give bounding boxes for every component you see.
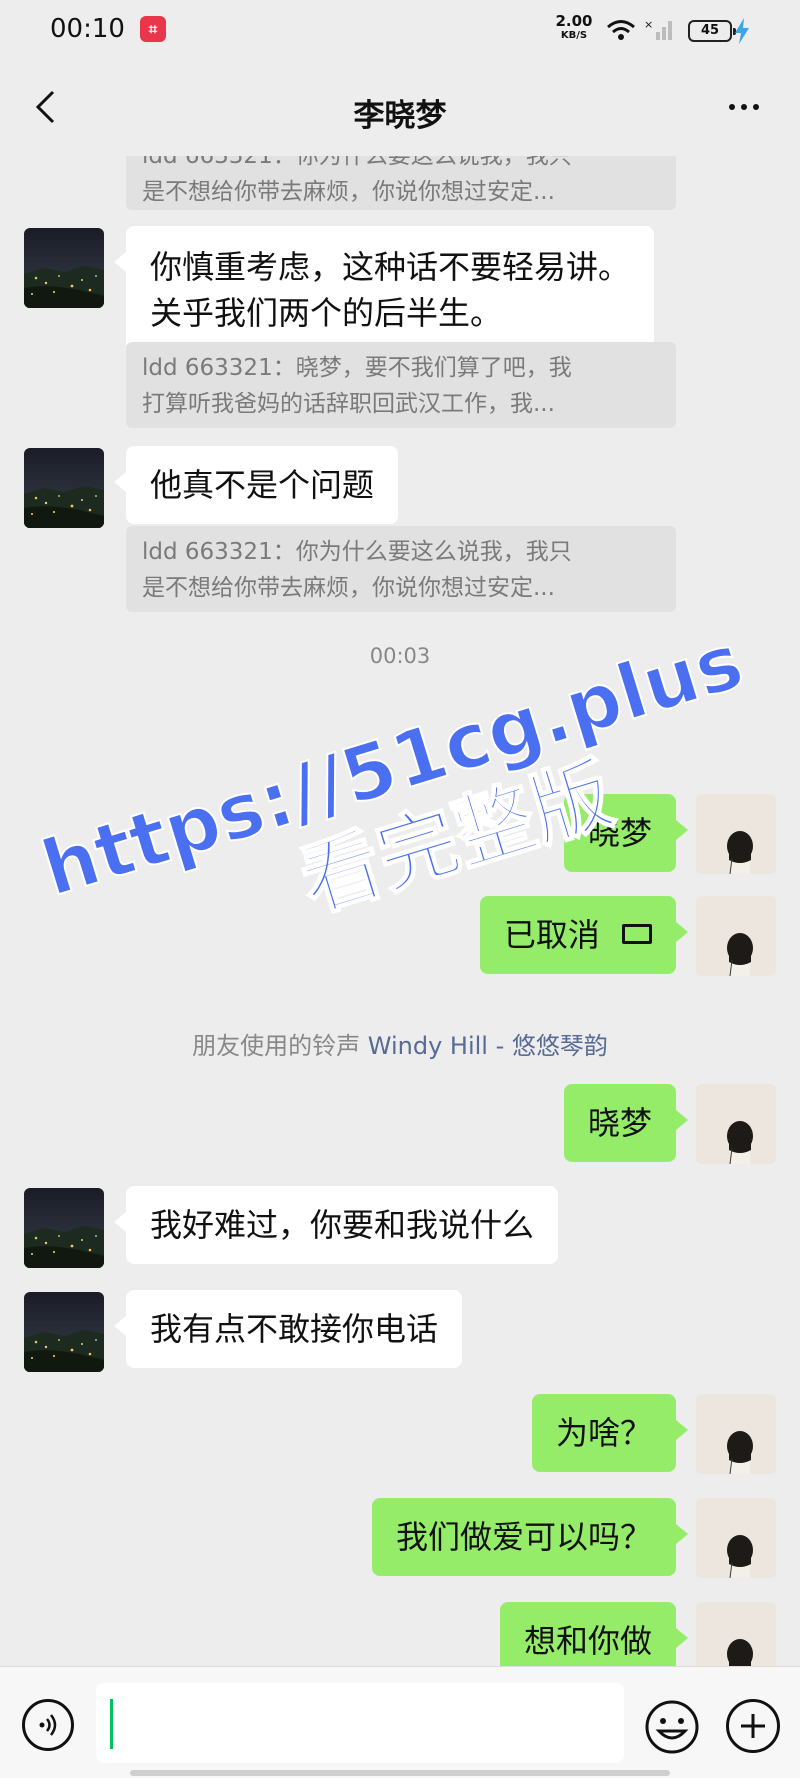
battery-icon: 45 <box>688 20 736 42</box>
message-text: 我有点不敢接你电话 <box>150 1310 439 1348</box>
quote-line: ldd 663321：晓梦，要不我们算了吧，我 <box>142 355 572 381</box>
message-text: 已取消 <box>503 916 600 954</box>
my-message[interactable]: 为啥？ <box>531 1394 689 1472</box>
friend-message[interactable]: 你慎重考虑，这种话不要轻易讲。 关乎我们两个的后半生。 <box>113 226 655 354</box>
call-cancel-icon <box>622 924 652 944</box>
friend-avatar[interactable] <box>24 228 104 308</box>
quote-line: 是不想给你带去麻烦，你说你想过安定... <box>142 179 555 205</box>
svg-text:×: × <box>644 18 653 31</box>
message-text: 晓梦 <box>587 814 652 852</box>
friend-message[interactable]: 他真不是个问题 <box>113 446 399 524</box>
more-dots-icon <box>729 104 735 110</box>
message-input[interactable] <box>96 1683 624 1763</box>
home-indicator <box>130 1770 670 1776</box>
my-message[interactable]: 想和你做 <box>499 1602 689 1666</box>
my-message[interactable]: 晓梦 <box>563 1084 689 1162</box>
status-bar: 00:10 ⌗ 2.00 KB/S × 45 <box>0 0 800 62</box>
ringtone-link[interactable]: Windy Hill - 悠悠琴韵 <box>368 1032 608 1060</box>
my-avatar[interactable] <box>696 1084 776 1164</box>
friend-avatar[interactable] <box>24 1188 104 1268</box>
friend-avatar[interactable] <box>24 448 104 528</box>
message-text: 他真不是个问题 <box>150 466 375 504</box>
my-avatar[interactable] <box>696 896 776 976</box>
call-cancelled-message[interactable]: 已取消 <box>479 896 689 974</box>
charging-icon <box>735 18 749 44</box>
my-avatar[interactable] <box>696 1602 776 1666</box>
message-text: 我好难过，你要和我说什么 <box>150 1206 535 1244</box>
quoted-reply[interactable]: ldd 663321：晓梦，要不我们算了吧，我 打算听我爸妈的话辞职回武汉工作，… <box>126 342 676 428</box>
my-avatar[interactable] <box>696 794 776 874</box>
quote-line: ldd 663321：你为什么要这么说我，我只 <box>142 539 572 565</box>
quoted-reply[interactable]: ldd 663321：你为什么要这么说我，我只 是不想给你带去麻烦，你说你想过安… <box>126 156 676 210</box>
signal-icon: × <box>644 18 672 40</box>
message-text: 为啥？ <box>555 1414 652 1452</box>
status-time: 00:10 <box>50 14 125 44</box>
quoted-reply[interactable]: ldd 663321：你为什么要这么说我，我只 是不想给你带去麻烦，你说你想过安… <box>126 526 676 612</box>
chat-header: 李晓梦 <box>0 62 800 156</box>
quote-line: ldd 663321：你为什么要这么说我，我只 <box>142 156 572 169</box>
more-dot <box>753 104 759 110</box>
message-list[interactable]: ldd 663321：你为什么要这么说我，我只 是不想给你带去麻烦，你说你想过安… <box>0 156 800 1666</box>
more-options-button[interactable] <box>716 82 772 132</box>
my-message[interactable]: 晓梦 <box>563 794 689 872</box>
text-cursor <box>110 1699 113 1749</box>
friend-message[interactable]: 我有点不敢接你电话 <box>113 1290 463 1368</box>
voice-button[interactable] <box>22 1699 74 1751</box>
battery-level: 45 <box>700 23 720 38</box>
my-avatar[interactable] <box>696 1498 776 1578</box>
network-speed-value: 2.00 <box>555 12 593 30</box>
network-speed-unit: KB/S <box>560 30 588 41</box>
my-avatar[interactable] <box>696 1394 776 1474</box>
message-text: 我们做爱可以吗？ <box>395 1518 652 1556</box>
timestamp: 00:03 <box>369 644 431 668</box>
my-message[interactable]: 我们做爱可以吗？ <box>371 1498 689 1576</box>
friend-avatar[interactable] <box>24 1292 104 1372</box>
ringtone-note-prefix: 朋友使用的铃声 <box>192 1032 368 1060</box>
add-button[interactable] <box>726 1699 780 1753</box>
more-dot <box>741 104 747 110</box>
chevron-left-icon <box>35 90 55 124</box>
chat-title: 李晓梦 <box>353 98 447 134</box>
quote-line: 是不想给你带去麻烦，你说你想过安定... <box>142 575 555 601</box>
plus-circle-icon <box>741 1714 765 1738</box>
wifi-icon <box>607 20 635 40</box>
quote-line: 打算听我爸妈的话辞职回武汉工作，我... <box>142 391 555 417</box>
voice-icon <box>39 1714 57 1736</box>
ringtone-note: 朋友使用的铃声 Windy Hill - 悠悠琴韵 <box>0 1026 800 1061</box>
message-text: 晓梦 <box>587 1104 652 1142</box>
emoji-icon[interactable] <box>644 1699 700 1755</box>
friend-message[interactable]: 我好难过，你要和我说什么 <box>113 1186 559 1264</box>
message-text: 你慎重考虑，这种话不要轻易讲。 <box>150 248 631 286</box>
input-bar <box>0 1666 800 1778</box>
back-button[interactable] <box>20 82 70 132</box>
message-text: 关乎我们两个的后半生。 <box>150 294 503 332</box>
screenshot-app-icon: ⌗ <box>140 16 166 42</box>
message-text: 想和你做 <box>523 1622 652 1660</box>
network-speed: 2.00 KB/S <box>554 14 594 41</box>
